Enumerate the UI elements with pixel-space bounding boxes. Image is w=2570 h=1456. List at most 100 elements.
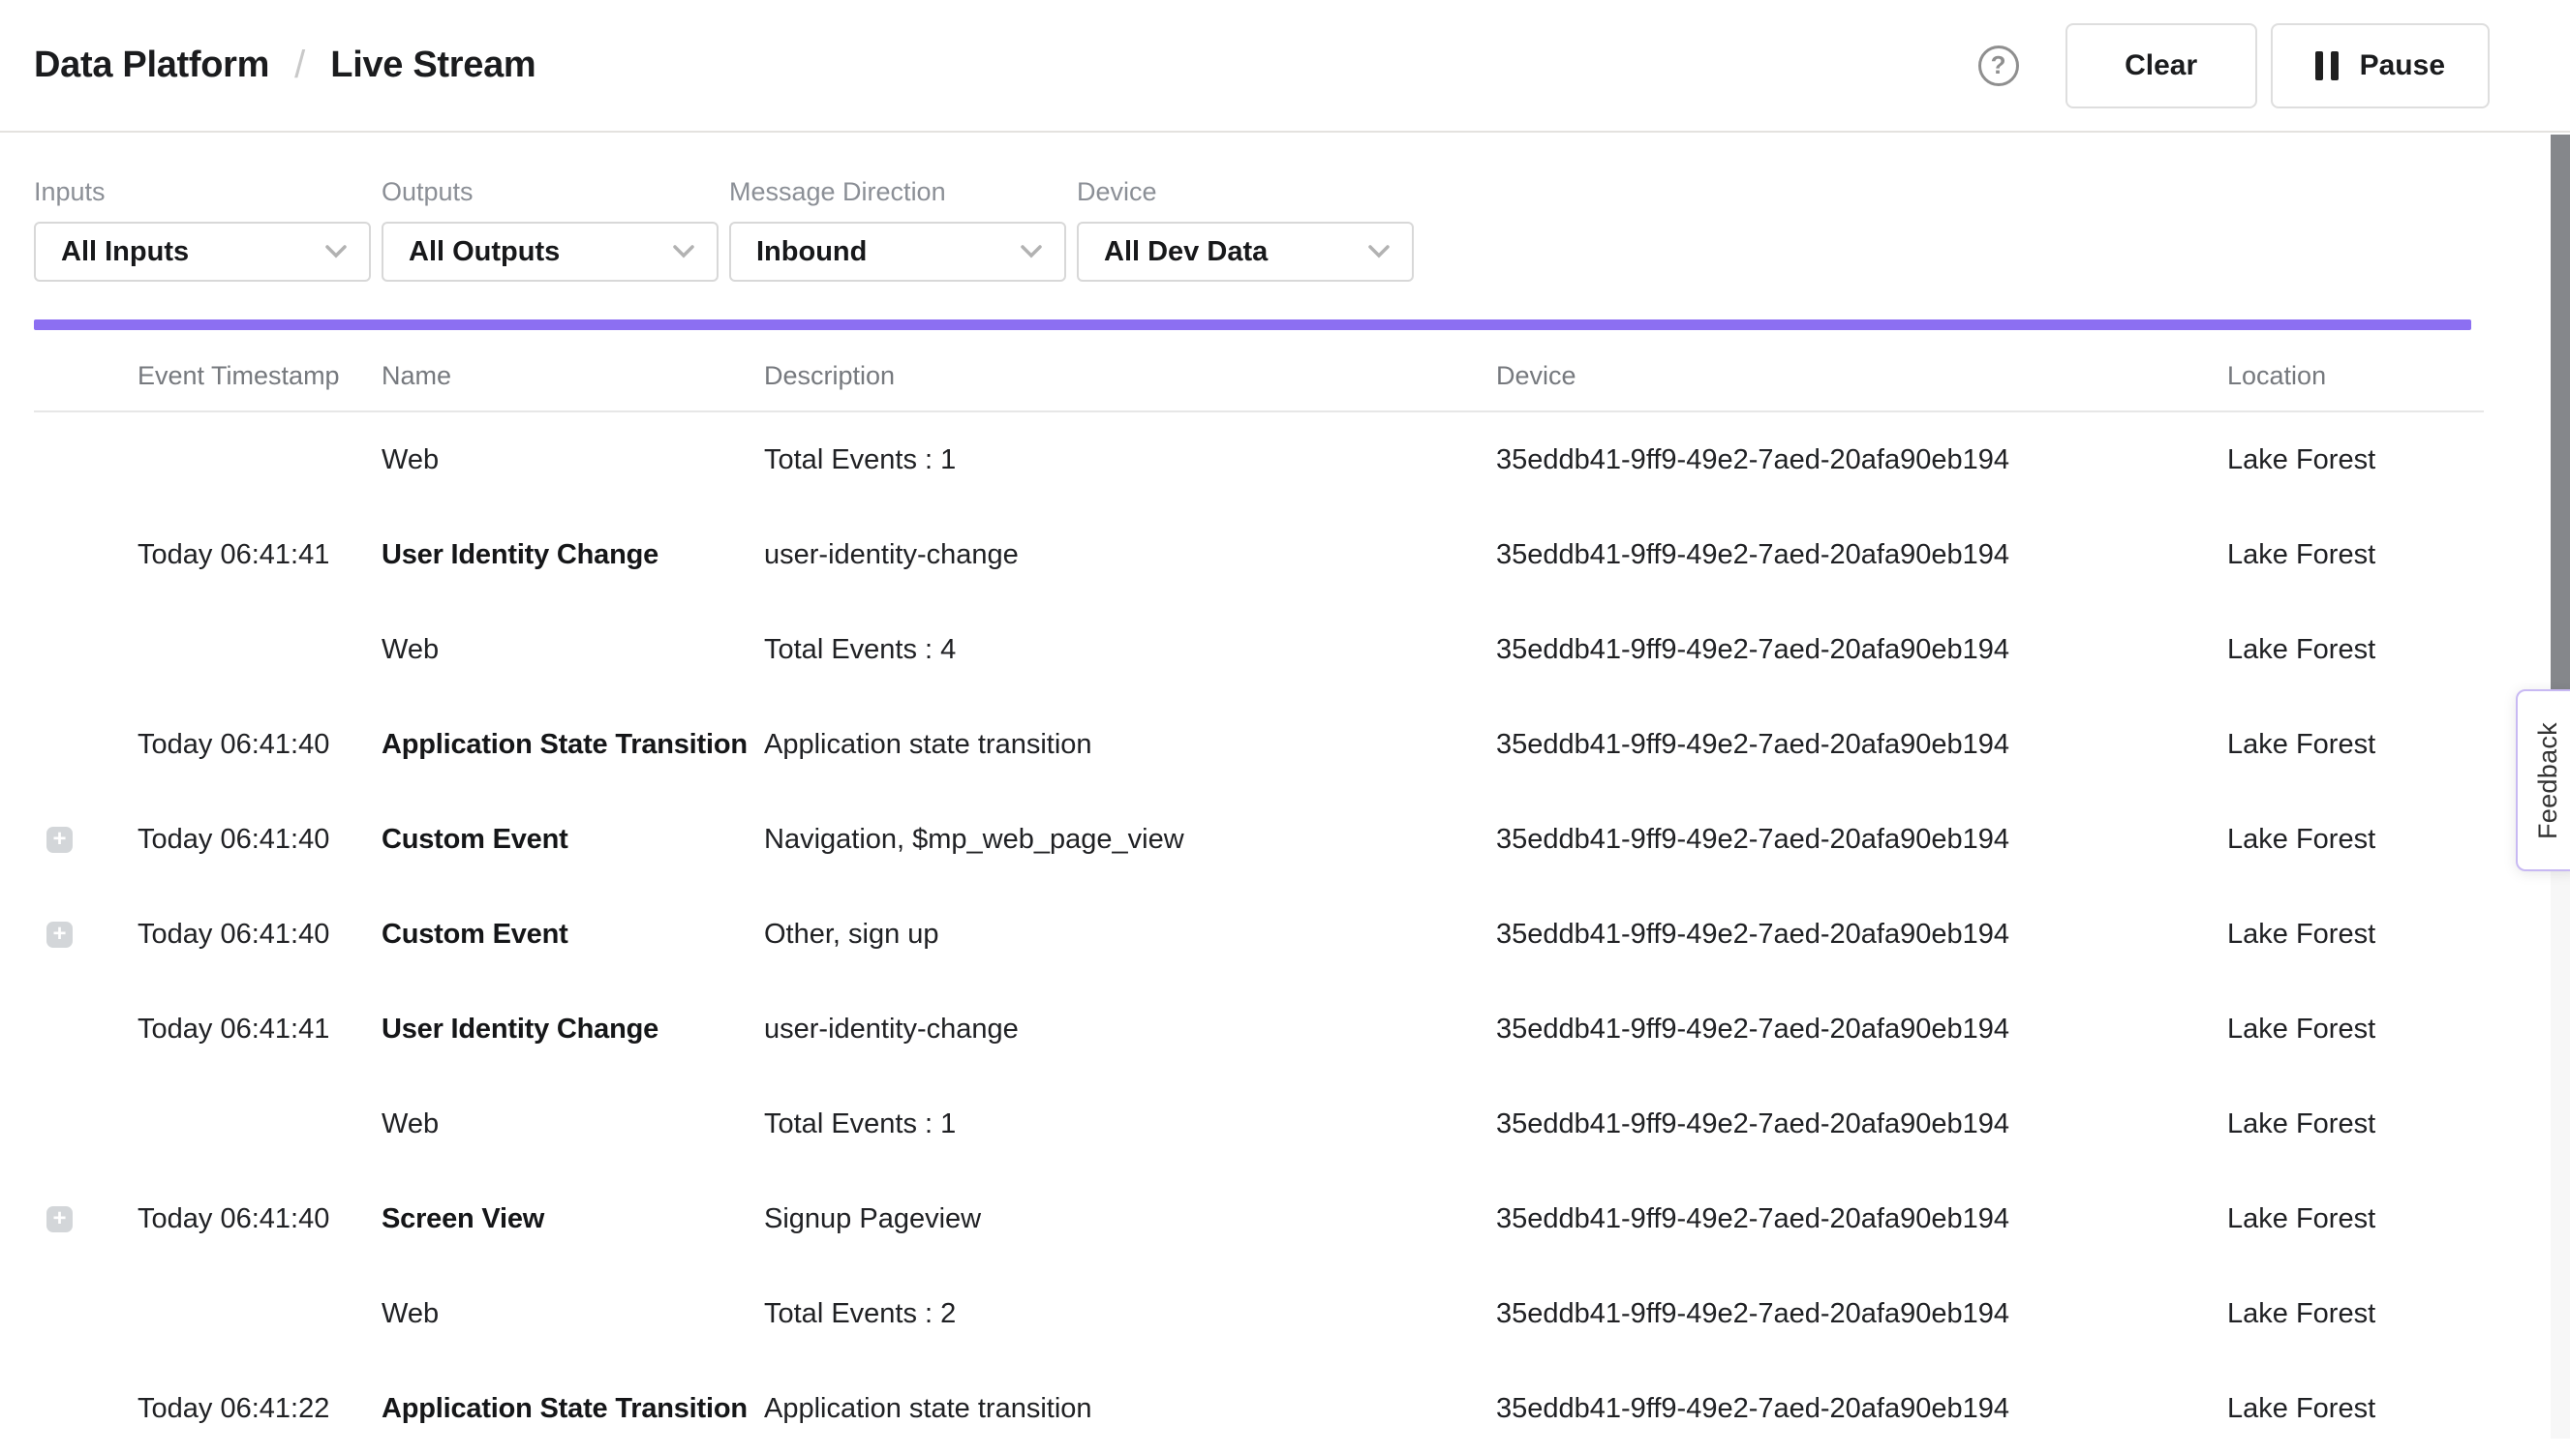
event-timestamp: Today 06:41:41 — [138, 1014, 382, 1046]
header-device: Device — [1496, 361, 2227, 391]
device-dropdown-value: All Dev Data — [1104, 236, 1268, 268]
event-description: Other, sign up — [764, 919, 1496, 951]
event-device: 35eddb41-9ff9-49e2-7aed-20afa90eb194 — [1496, 539, 2227, 571]
event-description: Application state transition — [764, 1393, 1496, 1425]
event-location: Lake Forest — [2227, 824, 2484, 856]
top-bar-actions: ? Clear Pause — [1978, 23, 2490, 108]
event-name: Application State Transition — [382, 729, 764, 761]
message-direction-dropdown[interactable]: Inbound — [729, 222, 1066, 282]
expand-row-button[interactable]: + — [46, 922, 73, 948]
event-location: Lake Forest — [2227, 1393, 2484, 1425]
breadcrumb: Data Platform / Live Stream — [34, 44, 535, 87]
event-location: Lake Forest — [2227, 1298, 2484, 1330]
expand-cell: + — [34, 1206, 138, 1232]
help-icon[interactable]: ? — [1978, 46, 2019, 86]
outputs-dropdown[interactable]: All Outputs — [382, 222, 719, 282]
event-description: Navigation, $mp_web_page_view — [764, 824, 1496, 856]
chevron-down-icon — [1020, 244, 1043, 259]
breadcrumb-separator: / — [294, 44, 305, 87]
inputs-dropdown-value: All Inputs — [61, 236, 189, 268]
table-row[interactable]: + Web Total Events : 1 35eddb41-9ff9-49e… — [34, 412, 2484, 507]
event-name: Application State Transition — [382, 1393, 764, 1425]
header-location: Location — [2227, 361, 2484, 391]
event-location: Lake Forest — [2227, 1203, 2484, 1235]
event-device: 35eddb41-9ff9-49e2-7aed-20afa90eb194 — [1496, 1298, 2227, 1330]
expand-cell: + — [34, 732, 138, 758]
header-event-timestamp: Event Timestamp — [138, 361, 382, 391]
table-row[interactable]: + Today 06:41:40 Custom Event Navigation… — [34, 792, 2484, 887]
event-location: Lake Forest — [2227, 444, 2484, 476]
event-description: Total Events : 1 — [764, 1108, 1496, 1140]
clear-button[interactable]: Clear — [2065, 23, 2257, 108]
event-location: Lake Forest — [2227, 539, 2484, 571]
event-device: 35eddb41-9ff9-49e2-7aed-20afa90eb194 — [1496, 1393, 2227, 1425]
chevron-down-icon — [672, 244, 695, 259]
pause-icon — [2315, 51, 2339, 80]
expand-row-button[interactable]: + — [46, 827, 73, 853]
event-device: 35eddb41-9ff9-49e2-7aed-20afa90eb194 — [1496, 729, 2227, 761]
event-device: 35eddb41-9ff9-49e2-7aed-20afa90eb194 — [1496, 444, 2227, 476]
event-timestamp: Today 06:41:40 — [138, 824, 382, 856]
expand-cell: + — [34, 1111, 138, 1138]
pause-button[interactable]: Pause — [2271, 23, 2490, 108]
header-description: Description — [764, 361, 1496, 391]
event-timestamp: Today 06:41:22 — [138, 1393, 382, 1425]
top-bar: Data Platform / Live Stream ? Clear Paus… — [0, 0, 2570, 133]
expand-row-button[interactable]: + — [46, 1206, 73, 1232]
message-direction-dropdown-value: Inbound — [756, 236, 867, 268]
accent-divider — [34, 319, 2471, 330]
event-device: 35eddb41-9ff9-49e2-7aed-20afa90eb194 — [1496, 634, 2227, 666]
event-description: user-identity-change — [764, 1014, 1496, 1046]
event-name: Screen View — [382, 1203, 764, 1235]
header-name: Name — [382, 361, 764, 391]
pause-button-label: Pause — [2360, 49, 2445, 82]
table-row[interactable]: + Web Total Events : 4 35eddb41-9ff9-49e… — [34, 602, 2484, 697]
expand-cell: + — [34, 1301, 138, 1327]
table-row[interactable]: + Today 06:41:22 Application State Trans… — [34, 1361, 2484, 1456]
event-device: 35eddb41-9ff9-49e2-7aed-20afa90eb194 — [1496, 824, 2227, 856]
device-dropdown[interactable]: All Dev Data — [1077, 222, 1414, 282]
clear-button-label: Clear — [2125, 49, 2197, 82]
event-name: Web — [382, 1108, 764, 1140]
event-timestamp: Today 06:41:40 — [138, 729, 382, 761]
table-row[interactable]: + Today 06:41:40 Application State Trans… — [34, 697, 2484, 792]
vertical-scrollbar-thumb[interactable] — [2551, 135, 2570, 704]
event-location: Lake Forest — [2227, 1108, 2484, 1140]
expand-cell: + — [34, 637, 138, 663]
table-row[interactable]: + Today 06:41:41 User Identity Change us… — [34, 982, 2484, 1077]
event-description: Total Events : 2 — [764, 1298, 1496, 1330]
event-description: Signup Pageview — [764, 1203, 1496, 1235]
event-name: User Identity Change — [382, 539, 764, 571]
page-title: Live Stream — [330, 45, 535, 86]
event-location: Lake Forest — [2227, 919, 2484, 951]
filter-inputs: Inputs All Inputs — [34, 177, 371, 282]
event-device: 35eddb41-9ff9-49e2-7aed-20afa90eb194 — [1496, 1108, 2227, 1140]
filter-outputs: Outputs All Outputs — [382, 177, 719, 282]
table-row[interactable]: + Today 06:41:41 User Identity Change us… — [34, 507, 2484, 602]
feedback-tab-label: Feedback — [2533, 722, 2563, 839]
event-name: Custom Event — [382, 919, 764, 951]
event-name: Web — [382, 1298, 764, 1330]
table-row[interactable]: + Today 06:41:40 Custom Event Other, sig… — [34, 887, 2484, 982]
outputs-dropdown-value: All Outputs — [409, 236, 560, 268]
chevron-down-icon — [324, 244, 348, 259]
filter-message-direction-label: Message Direction — [729, 177, 1066, 207]
table-body: + Web Total Events : 1 35eddb41-9ff9-49e… — [34, 412, 2484, 1456]
event-description: user-identity-change — [764, 539, 1496, 571]
feedback-tab[interactable]: Feedback — [2516, 689, 2570, 871]
filter-message-direction: Message Direction Inbound — [729, 177, 1066, 282]
table-row[interactable]: + Today 06:41:40 Screen View Signup Page… — [34, 1171, 2484, 1266]
inputs-dropdown[interactable]: All Inputs — [34, 222, 371, 282]
event-name: Web — [382, 634, 764, 666]
event-device: 35eddb41-9ff9-49e2-7aed-20afa90eb194 — [1496, 919, 2227, 951]
expand-cell: + — [34, 447, 138, 473]
expand-cell: + — [34, 1016, 138, 1043]
event-description: Application state transition — [764, 729, 1496, 761]
filter-inputs-label: Inputs — [34, 177, 371, 207]
breadcrumb-section[interactable]: Data Platform — [34, 45, 269, 86]
table-row[interactable]: + Web Total Events : 2 35eddb41-9ff9-49e… — [34, 1266, 2484, 1361]
chevron-down-icon — [1367, 244, 1391, 259]
table-row[interactable]: + Web Total Events : 1 35eddb41-9ff9-49e… — [34, 1077, 2484, 1171]
expand-cell: + — [34, 1396, 138, 1422]
event-location: Lake Forest — [2227, 729, 2484, 761]
